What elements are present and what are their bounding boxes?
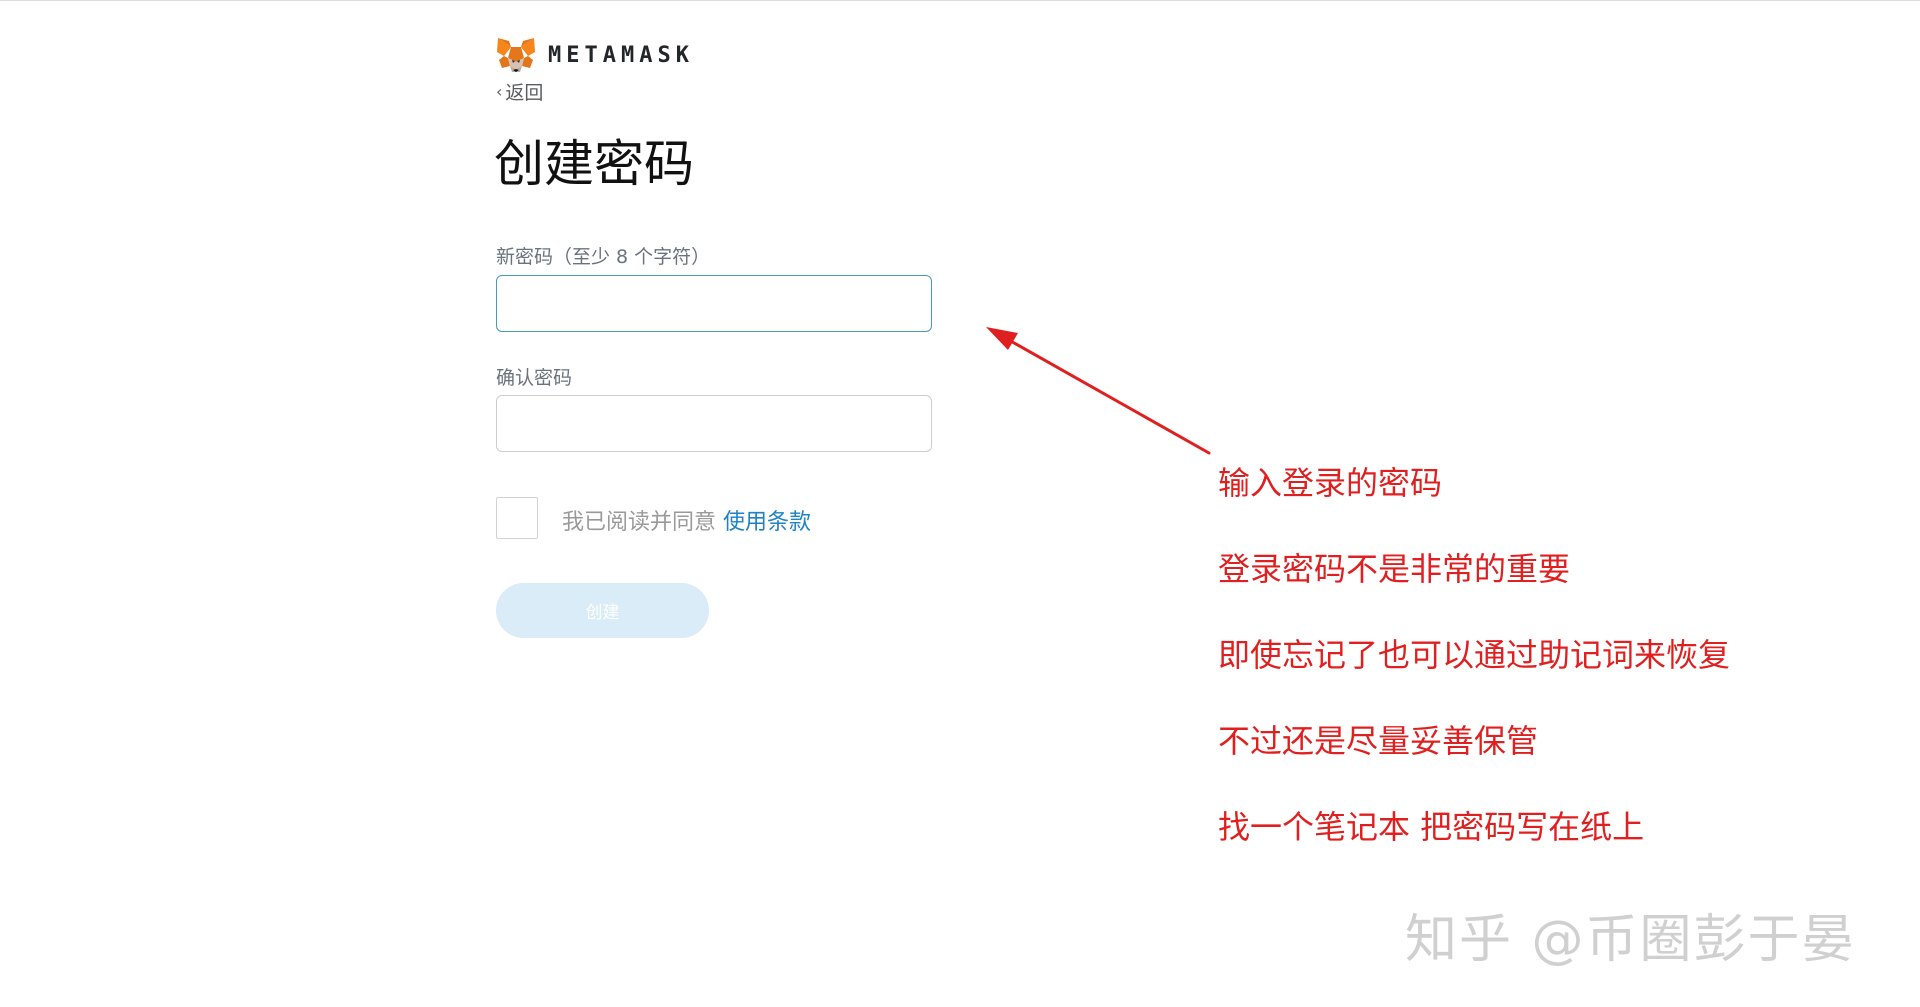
annotation-line-1: 输入登录的密码: [1218, 464, 1443, 502]
agree-label: 我已阅读并同意: [562, 510, 723, 535]
create-button[interactable]: 创建: [496, 583, 709, 638]
brand-name: METAMASK: [548, 42, 694, 68]
page: METAMASK ‹ 返回 创建密码 新密码（至少 8 个字符） 确认密码 我已…: [0, 0, 1920, 1007]
brand-logo: METAMASK: [496, 36, 694, 74]
watermark: 知乎 @币圈彭于晏: [1405, 910, 1856, 970]
back-link[interactable]: ‹ 返回: [496, 78, 543, 105]
new-password-label: 新密码（至少 8 个字符）: [496, 246, 711, 268]
terms-agreement: 我已阅读并同意 使用条款: [562, 504, 811, 536]
annotation-line-5: 找一个笔记本 把密码写在纸上: [1218, 808, 1645, 846]
annotation-line-4: 不过还是尽量妥善保管: [1218, 722, 1539, 760]
annotation-line-3: 即使忘记了也可以通过助记词来恢复: [1218, 636, 1731, 674]
top-divider: [0, 0, 1920, 1]
chevron-left-icon: ‹: [496, 82, 503, 101]
confirm-password-label: 确认密码: [496, 367, 573, 389]
terms-of-use-link[interactable]: 使用条款: [723, 510, 811, 535]
metamask-fox-icon: [496, 36, 536, 74]
confirm-password-input[interactable]: [496, 395, 932, 452]
terms-checkbox[interactable]: [496, 497, 538, 539]
annotation-arrow: [986, 327, 1211, 455]
page-title: 创建密码: [494, 135, 694, 193]
annotation-line-2: 登录密码不是非常的重要: [1218, 550, 1571, 588]
back-label: 返回: [505, 82, 544, 104]
new-password-input[interactable]: [496, 275, 932, 332]
